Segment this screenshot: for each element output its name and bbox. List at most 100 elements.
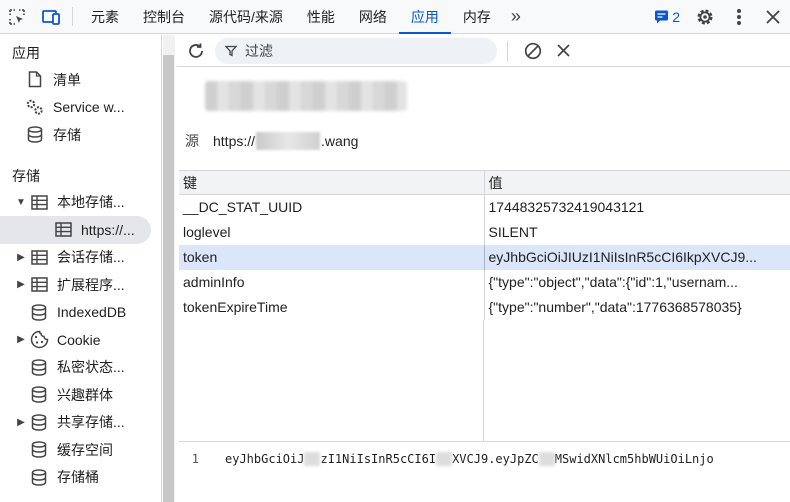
device-toolbar-button[interactable]: [34, 0, 68, 33]
sidebar-item-label: https://...: [81, 221, 135, 238]
value-preview: 1 eyJhbGciOiJ zI1NiIsInR5cCI6I XVCJ9.eyJpZ…: [177, 448, 790, 470]
origin-label: 源: [185, 133, 199, 149]
toolbar-divider: [72, 7, 73, 26]
storage-list: ▼ 本地存储... https://... ▶ 会话存储... ▶ 扩展程序... Index…: [0, 189, 161, 492]
sidebar-storage-item[interactable]: IndexedDB: [14, 299, 161, 327]
database-icon: [28, 469, 50, 486]
sidebar-item-label: 本地存储...: [57, 194, 125, 211]
table-icon: [52, 222, 74, 237]
sidebar-item-storage-overview[interactable]: 存储: [24, 121, 161, 149]
preview-text-part: eyJhbGciOiJ: [225, 452, 305, 466]
sidebar-item-label: 私密状态...: [57, 359, 125, 376]
close-devtools-button[interactable]: [756, 0, 790, 34]
tab-application[interactable]: 应用: [398, 0, 451, 34]
sidebar-item-label: 会话存储...: [57, 249, 125, 266]
value-cell[interactable]: 17448325732419043121: [484, 194, 790, 220]
origin-prefix: https://: [213, 133, 256, 149]
application-sidebar: 应用 清单 Service w... 存储 存储 ▼ 本地存储... https:/…: [0, 35, 162, 502]
settings-button[interactable]: [688, 0, 722, 34]
toolbar-divider: [507, 40, 508, 61]
table-row[interactable]: tokenExpireTime {"type":"number","data":1…: [179, 294, 790, 320]
table-row[interactable]: adminInfo {"type":"object","data":{"id":1…: [179, 269, 790, 295]
refresh-icon: [189, 43, 203, 58]
value-cell[interactable]: SILENT: [484, 219, 790, 245]
clear-all-button[interactable]: [518, 42, 548, 60]
sidebar-item-label: Service w...: [53, 99, 125, 116]
tab-network[interactable]: 网络: [347, 0, 399, 33]
inspect-element-button[interactable]: [0, 0, 34, 33]
more-tabs-button[interactable]: »: [503, 0, 529, 33]
preview-text-part: MSwidXNlcm5hbWUiOiLnjo: [554, 452, 714, 466]
storage-view: 过滤 源 https:// .wang 键 值 __DC_STAT_UUID 17…: [177, 35, 790, 502]
sidebar-storage-item[interactable]: 缓存空间: [14, 436, 161, 464]
filter-input[interactable]: 过滤: [215, 37, 497, 64]
column-header-key[interactable]: 键: [179, 170, 485, 195]
sidebar-storage-item[interactable]: 存储桶: [14, 464, 161, 492]
preview-text-part: zI1NiIsInR5cCI6I: [320, 452, 437, 466]
app-section-title: 应用: [12, 45, 40, 61]
value-cell[interactable]: {"type":"number","data":1776368578035}: [484, 294, 790, 320]
devtools-tab-bar: 元素 控制台 源代码/来源 性能 网络 应用 内存 » 2: [0, 0, 790, 34]
value-cell[interactable]: eyJhbGciOiJIUzI1NiIsInR5cCI6IkpXVCJ9...: [484, 244, 790, 270]
issues-count: 2: [672, 8, 680, 25]
table-row[interactable]: token eyJhbGciOiJIUzI1NiIsInR5cCI6IkpXVCJ…: [179, 244, 790, 270]
tab-memory[interactable]: 内存: [451, 0, 503, 33]
inspect-icon: [9, 8, 25, 25]
block-icon: [524, 42, 542, 59]
sidebar-storage-item[interactable]: ▶ Cookie: [14, 326, 161, 354]
redacted-text: [436, 452, 453, 466]
issues-badge[interactable]: 2: [646, 9, 688, 25]
filter-placeholder: 过滤: [245, 42, 273, 59]
sidebar-storage-item[interactable]: ▶ 扩展程序...: [14, 271, 161, 299]
tab-console[interactable]: 控制台: [131, 0, 197, 33]
key-value-table: 键 值 __DC_STAT_UUID 17448325732419043121 lo…: [179, 170, 790, 320]
scrollbar-thumb[interactable]: [163, 55, 174, 502]
sidebar-item-service-workers[interactable]: Service w...: [24, 94, 161, 122]
table-row[interactable]: loglevel SILENT: [179, 219, 790, 245]
expand-right-icon[interactable]: ▶: [14, 417, 28, 428]
key-cell[interactable]: __DC_STAT_UUID: [179, 194, 485, 220]
value-cell[interactable]: {"type":"object","data":{"id":1,"usernam…: [484, 269, 790, 295]
table-icon: [28, 250, 50, 265]
column-header-value[interactable]: 值: [484, 170, 790, 195]
expand-right-icon[interactable]: ▶: [14, 279, 28, 290]
redacted-origin-title: [205, 81, 407, 111]
sidebar-item-label: 扩展程序...: [57, 276, 125, 293]
expand-right-icon[interactable]: ▶: [14, 252, 28, 263]
tab-sources[interactable]: 源代码/来源: [197, 0, 295, 33]
sidebar-storage-item[interactable]: ▶ 会话存储...: [14, 244, 161, 272]
key-cell[interactable]: tokenExpireTime: [179, 294, 485, 320]
sidebar-storage-item[interactable]: 兴趣群体: [14, 381, 161, 409]
database-icon: [28, 304, 50, 321]
customize-menu-button[interactable]: [722, 0, 756, 34]
sidebar-item-label: 共享存储...: [57, 414, 125, 431]
database-icon: [28, 414, 50, 431]
sidebar-storage-item[interactable]: https://...: [0, 216, 151, 244]
key-cell[interactable]: loglevel: [179, 219, 485, 245]
sidebar-storage-item[interactable]: 私密状态...: [14, 354, 161, 382]
sidebar-scrollbar[interactable]: [163, 35, 175, 502]
column-divider: [483, 320, 484, 442]
preview-line-number: 1: [191, 452, 199, 466]
refresh-button[interactable]: [177, 42, 215, 60]
sidebar-storage-item[interactable]: ▼ 本地存储...: [14, 189, 161, 217]
sidebar-storage-item[interactable]: ▶ 共享存储...: [14, 409, 161, 437]
expand-down-icon[interactable]: ▼: [14, 197, 28, 208]
tab-performance[interactable]: 性能: [295, 0, 347, 33]
delete-selected-button[interactable]: [548, 44, 578, 57]
tab-elements[interactable]: 元素: [79, 0, 131, 33]
sidebar-item-label: Cookie: [57, 331, 101, 348]
key-cell[interactable]: adminInfo: [179, 269, 485, 295]
sidebar-item-label: IndexedDB: [57, 304, 127, 321]
sidebar-item-label: 存储桶: [57, 469, 99, 486]
kebab-menu-icon: [737, 8, 741, 25]
sidebar-item-label: 清单: [53, 71, 81, 88]
sidebar-item-manifest[interactable]: 清单: [24, 66, 161, 94]
close-icon: [766, 9, 780, 24]
redacted-text: [304, 452, 321, 466]
expand-right-icon[interactable]: ▶: [14, 334, 28, 345]
key-cell[interactable]: token: [179, 244, 485, 270]
table-row[interactable]: __DC_STAT_UUID 17448325732419043121: [179, 194, 790, 220]
filter-icon: [225, 45, 237, 57]
storage-toolbar: 过滤: [177, 35, 790, 67]
